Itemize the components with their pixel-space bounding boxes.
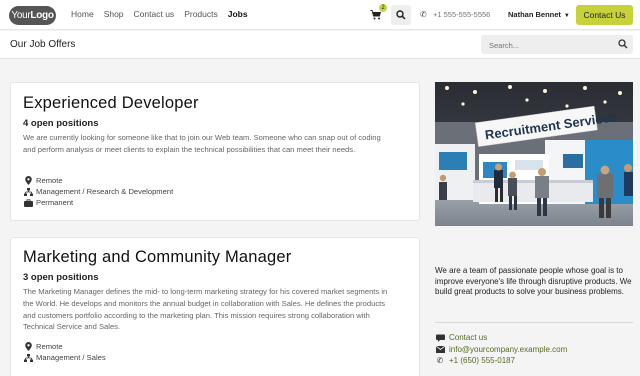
sidebar-contact-link[interactable]: Contact us	[435, 333, 487, 342]
nav-link-jobs[interactable]: Jobs	[228, 9, 248, 19]
sitemap-icon	[23, 187, 33, 196]
top-navbar: YourLogo Home Shop Contact us Products J…	[0, 0, 640, 30]
job-description: The Marketing Manager defines the mid- t…	[23, 287, 388, 332]
nav-link-products[interactable]: Products	[184, 9, 218, 19]
user-menu[interactable]: Nathan Bennet ▼	[508, 10, 570, 19]
page-title: Our Job Offers	[10, 39, 76, 50]
contact-us-button[interactable]: Contact Us	[576, 5, 633, 25]
location-text: Remote	[36, 176, 63, 185]
phone-link[interactable]: +1 (650) 555-0187	[449, 356, 515, 365]
nav-link-contact-us[interactable]: Contact us	[134, 9, 175, 19]
caret-down-icon: ▼	[563, 13, 570, 19]
map-marker-icon	[23, 176, 33, 185]
location-text: Remote	[36, 342, 63, 351]
phone-icon: ✆	[420, 10, 427, 19]
job-department: Management / Sales	[23, 353, 106, 362]
email-link[interactable]: info@yourcompany.example.com	[449, 345, 567, 354]
company-about-text: We are a team of passionate people whose…	[435, 266, 632, 296]
header-phone[interactable]: +1 555-555-5556	[433, 10, 490, 19]
job-card[interactable]: Marketing and Community Manager 3 open p…	[10, 237, 420, 376]
contact-us-link[interactable]: Contact us	[449, 333, 487, 342]
logo-text-logo: Logo	[30, 10, 54, 21]
job-title[interactable]: Experienced Developer	[23, 94, 199, 113]
sidebar-phone[interactable]: ✆ +1 (650) 555-0187	[435, 356, 515, 365]
main-menu: Home Shop Contact us Products Jobs	[71, 9, 248, 19]
comment-icon	[435, 334, 445, 342]
sitemap-icon	[23, 353, 33, 362]
job-description: We are currently looking for someone lik…	[23, 133, 381, 154]
job-department: Management / Research & Development	[23, 187, 173, 196]
open-positions: 4 open positions	[23, 118, 99, 129]
search-button[interactable]	[391, 5, 411, 25]
map-marker-icon	[23, 342, 33, 351]
job-card[interactable]: Experienced Developer 4 open positions W…	[10, 82, 420, 221]
phone-icon: ✆	[436, 356, 444, 365]
sidebar-email[interactable]: info@yourcompany.example.com	[435, 345, 567, 354]
cart-count-badge: 2	[379, 4, 387, 12]
job-contract: Permanent	[23, 198, 73, 207]
job-location: Remote	[23, 176, 63, 185]
nav-link-home[interactable]: Home	[71, 9, 94, 19]
logo-text-your: Your	[11, 10, 31, 21]
nav-link-shop[interactable]: Shop	[104, 9, 124, 19]
briefcase-icon	[23, 198, 33, 207]
department-text: Management / Sales	[36, 353, 106, 362]
job-search-input[interactable]	[481, 36, 611, 55]
user-name: Nathan Bennet	[508, 10, 561, 19]
envelope-icon	[435, 346, 445, 353]
contract-text: Permanent	[36, 198, 74, 207]
company-logo[interactable]: YourLogo	[9, 6, 56, 25]
open-positions: 3 open positions	[23, 272, 99, 283]
jobs-subheader: Our Job Offers	[0, 31, 640, 59]
recruitment-booth-photo: Recruitment Services	[435, 82, 633, 226]
job-location: Remote	[23, 342, 63, 351]
job-title[interactable]: Marketing and Community Manager	[23, 248, 291, 267]
search-icon[interactable]	[618, 39, 628, 49]
sidebar-divider	[435, 322, 633, 323]
job-search-box[interactable]	[481, 35, 633, 55]
department-text: Management / Research & Development	[36, 187, 174, 196]
search-icon	[396, 10, 406, 20]
